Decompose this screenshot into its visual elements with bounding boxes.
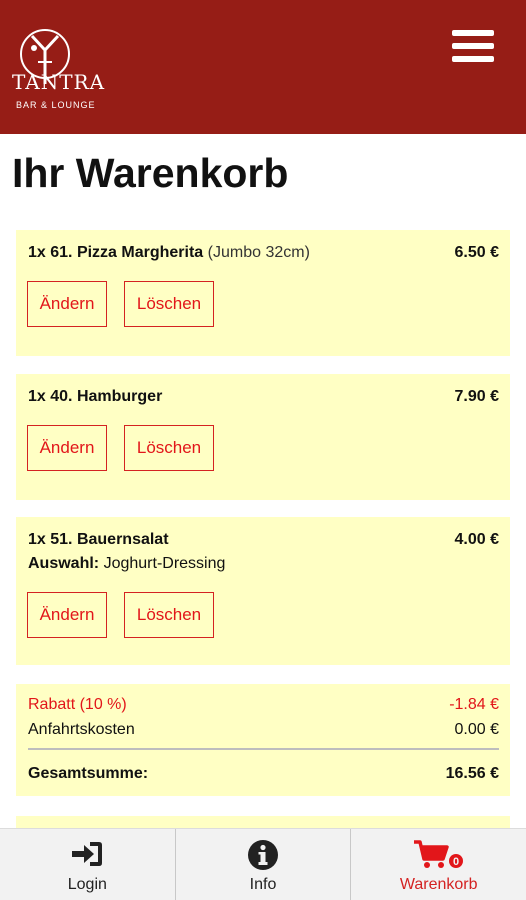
- cart-item: 1x 61. Pizza Margherita (Jumbo 32cm) 6.5…: [16, 230, 510, 356]
- item-title: 1x 40. Hamburger: [28, 388, 163, 405]
- tab-label: Warenkorb: [399, 876, 478, 893]
- cart-item: 1x 51. Bauernsalat 4.00 € Auswahl: Joghu…: [16, 517, 510, 665]
- item-title: 1x 51. Bauernsalat: [28, 531, 169, 548]
- bottom-tab-bar: Login Info 0 Warenkorb: [0, 828, 526, 900]
- tab-info[interactable]: Info: [174, 829, 351, 900]
- edit-button[interactable]: Ändern: [27, 425, 107, 471]
- tab-label: Info: [249, 876, 277, 893]
- cart-item: 1x 40. Hamburger 7.90 € Ändern Löschen: [16, 374, 510, 500]
- order-summary: Rabatt (10 %) -1.84 € Anfahrtskosten 0.0…: [16, 684, 510, 796]
- delivery-value: 0.00 €: [454, 721, 499, 738]
- tab-cart[interactable]: 0 Warenkorb: [350, 829, 526, 900]
- delivery-row: Anfahrtskosten 0.00 €: [28, 721, 499, 739]
- tab-login[interactable]: Login: [0, 829, 175, 900]
- item-price: 6.50 €: [454, 244, 499, 261]
- edit-button[interactable]: Ändern: [27, 281, 107, 327]
- login-icon: [72, 842, 103, 866]
- delivery-label: Anfahrtskosten: [28, 721, 135, 738]
- item-price: 7.90 €: [454, 388, 499, 405]
- logo-subtext: BAR & LOUNGE: [16, 100, 96, 110]
- hamburger-menu-icon[interactable]: [452, 30, 494, 68]
- total-label: Gesamtsumme:: [28, 765, 149, 782]
- item-variant: (Jumbo 32cm): [207, 244, 310, 261]
- tab-label: Login: [67, 876, 107, 893]
- delete-button[interactable]: Löschen: [124, 425, 214, 471]
- edit-button[interactable]: Ändern: [27, 592, 107, 638]
- discount-label: Rabatt (10 %): [28, 696, 127, 713]
- summary-divider: [28, 748, 499, 750]
- total-value: 16.56 €: [445, 765, 499, 782]
- cart-icon: 0: [413, 840, 463, 868]
- app-header: TANTRA BAR & LOUNGE: [0, 0, 526, 134]
- page-title: Ihr Warenkorb: [12, 150, 289, 196]
- discount-row: Rabatt (10 %) -1.84 €: [28, 696, 499, 714]
- item-price: 4.00 €: [454, 531, 499, 548]
- delete-button[interactable]: Löschen: [124, 592, 214, 638]
- discount-value: -1.84 €: [449, 696, 499, 713]
- item-title: 1x 61. Pizza Margherita (Jumbo 32cm): [28, 244, 310, 261]
- delete-button[interactable]: Löschen: [124, 281, 214, 327]
- total-row: Gesamtsumme: 16.56 €: [28, 765, 499, 783]
- logo-text: TANTRA: [12, 70, 106, 94]
- cart-badge: 0: [453, 856, 459, 868]
- info-icon: [248, 840, 278, 870]
- item-selection: Auswahl: Joghurt-Dressing: [28, 555, 226, 572]
